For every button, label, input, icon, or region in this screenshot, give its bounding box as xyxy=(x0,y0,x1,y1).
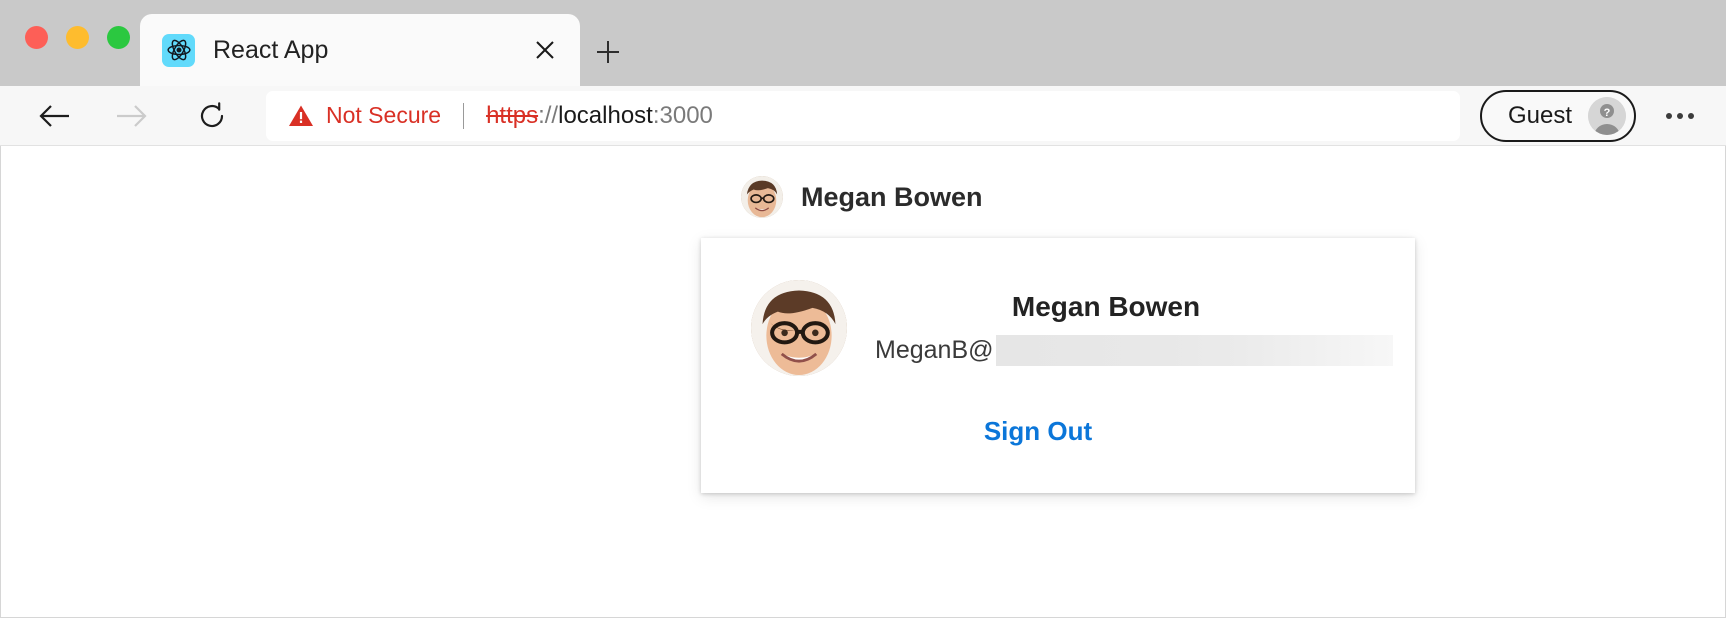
tab-title: React App xyxy=(213,35,329,64)
browser-window: React App Not Secure https://localhost:3… xyxy=(0,0,1726,618)
profile-email-redaction-bar xyxy=(995,334,1393,366)
window-controls xyxy=(25,26,130,49)
back-button[interactable] xyxy=(28,92,80,140)
arrow-right-icon xyxy=(117,104,147,127)
ellipsis-icon xyxy=(1666,112,1672,119)
plus-icon xyxy=(597,41,619,63)
megan-bowen-avatar-large xyxy=(751,280,847,376)
warning-triangle-icon xyxy=(288,104,314,128)
profile-button-guest[interactable]: Guest ? xyxy=(1479,89,1636,142)
url-scheme: https xyxy=(486,101,539,129)
guest-avatar-question-icon: ? xyxy=(1588,96,1626,135)
address-bar-divider xyxy=(463,102,465,129)
profile-card-info: Megan Bowen MeganB@ xyxy=(847,280,1415,366)
url-host: localhost xyxy=(558,101,653,129)
profile-email-username: MeganB@ xyxy=(875,335,994,364)
react-logo-icon xyxy=(162,33,195,67)
signout-row: Sign Out xyxy=(701,416,1415,447)
browser-menu-button[interactable] xyxy=(1656,92,1704,140)
reload-button[interactable] xyxy=(186,92,238,140)
browser-toolbar: Not Secure https://localhost:3000 Guest … xyxy=(0,86,1726,146)
page-title: Megan Bowen xyxy=(801,181,983,212)
svg-text:?: ? xyxy=(1604,107,1611,119)
window-close-button[interactable] xyxy=(25,26,48,49)
close-icon[interactable] xyxy=(528,33,562,67)
window-zoom-button[interactable] xyxy=(107,26,130,49)
ellipsis-icon xyxy=(1677,112,1683,119)
profile-card: Megan Bowen MeganB@ Sign Out xyxy=(701,238,1415,493)
security-status-label: Not Secure xyxy=(326,102,442,128)
page-header: Megan Bowen xyxy=(741,176,983,218)
forward-button xyxy=(106,92,158,140)
sign-out-button[interactable]: Sign Out xyxy=(984,416,1092,447)
tab-strip: React App xyxy=(0,0,1726,86)
arrow-left-icon xyxy=(39,104,69,127)
url-separator: :// xyxy=(538,101,559,129)
url-port: :3000 xyxy=(652,101,713,129)
profile-card-body: Megan Bowen MeganB@ xyxy=(701,238,1415,376)
reload-icon xyxy=(200,101,224,127)
profile-email-row: MeganB@ xyxy=(875,334,1415,366)
address-bar[interactable]: Not Secure https://localhost:3000 xyxy=(266,90,1460,141)
page-viewport: Megan Bowen Megan Bowen MeganB@ Sign Out xyxy=(0,146,1726,618)
browser-tab-react-app[interactable]: React App xyxy=(140,14,580,86)
profile-display-name: Megan Bowen xyxy=(1011,291,1201,322)
url-text[interactable]: https://localhost:3000 xyxy=(486,102,713,130)
new-tab-button[interactable] xyxy=(588,32,628,72)
profile-label: Guest xyxy=(1507,101,1572,129)
window-minimize-button[interactable] xyxy=(66,26,89,49)
megan-bowen-avatar xyxy=(741,176,783,218)
ellipsis-icon xyxy=(1688,112,1694,119)
